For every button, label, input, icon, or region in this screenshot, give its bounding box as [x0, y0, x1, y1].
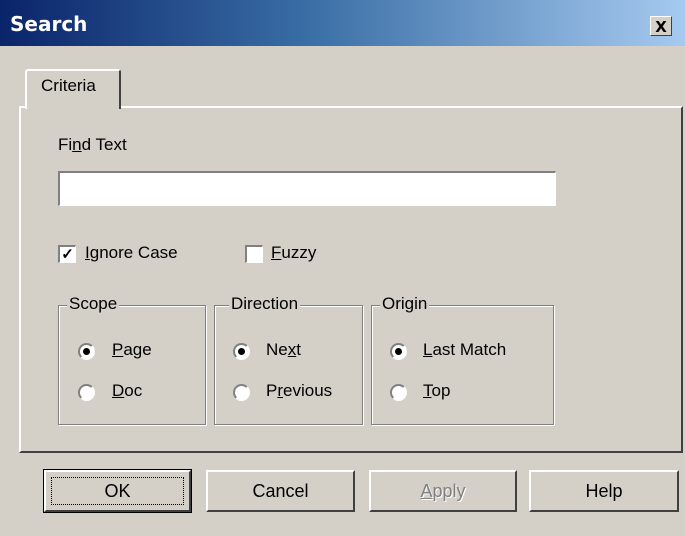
direction-previous-label[interactable]: Previous	[266, 381, 332, 401]
apply-button-label: pply	[432, 480, 466, 501]
origin-last-match-radio[interactable]	[390, 343, 407, 360]
origin-last-match-label[interactable]: Last Match	[423, 340, 506, 360]
direction-next-label[interactable]: Next	[266, 340, 301, 360]
find-text-label: Find Text	[58, 135, 127, 154]
close-icon: X	[655, 18, 667, 36]
cancel-button[interactable]: Cancel	[206, 470, 355, 512]
ignore-case-label[interactable]: Ignore Case	[85, 243, 178, 263]
find-text-input[interactable]	[58, 171, 556, 206]
close-button[interactable]: X	[650, 16, 672, 36]
help-button-label: Help	[585, 480, 623, 501]
origin-group: Origin	[371, 294, 554, 425]
check-icon: ✓	[61, 246, 74, 263]
scope-page-radio[interactable]	[78, 343, 95, 360]
origin-legend: Origin	[380, 294, 430, 314]
scope-legend: Scope	[67, 294, 120, 314]
origin-top-radio[interactable]	[390, 384, 407, 401]
scope-doc-radio[interactable]	[78, 384, 95, 401]
scope-page-label[interactable]: Page	[112, 340, 152, 360]
origin-top-label[interactable]: Top	[423, 381, 450, 401]
direction-legend: Direction	[229, 294, 301, 314]
title-bar: Search X	[0, 0, 685, 46]
cancel-button-label: Cancel	[252, 480, 309, 501]
scope-group: Scope	[58, 294, 206, 425]
direction-previous-radio[interactable]	[233, 384, 250, 401]
direction-group: Direction	[214, 294, 363, 425]
apply-button-mnemonic: A	[420, 480, 433, 501]
window-title: Search	[10, 12, 88, 36]
scope-doc-label[interactable]: Doc	[112, 381, 142, 401]
fuzzy-checkbox[interactable]	[245, 245, 263, 263]
help-button[interactable]: Help	[529, 470, 679, 512]
apply-button[interactable]: Apply	[369, 470, 517, 512]
ok-button[interactable]: OK	[43, 469, 192, 513]
tab-criteria-label: Criteria	[41, 76, 96, 95]
tab-criteria[interactable]: Criteria	[25, 69, 121, 109]
ignore-case-checkbox[interactable]: ✓	[58, 245, 76, 263]
direction-next-radio[interactable]	[233, 343, 250, 360]
fuzzy-label[interactable]: Fuzzy	[271, 243, 316, 263]
focus-rect	[51, 477, 184, 505]
